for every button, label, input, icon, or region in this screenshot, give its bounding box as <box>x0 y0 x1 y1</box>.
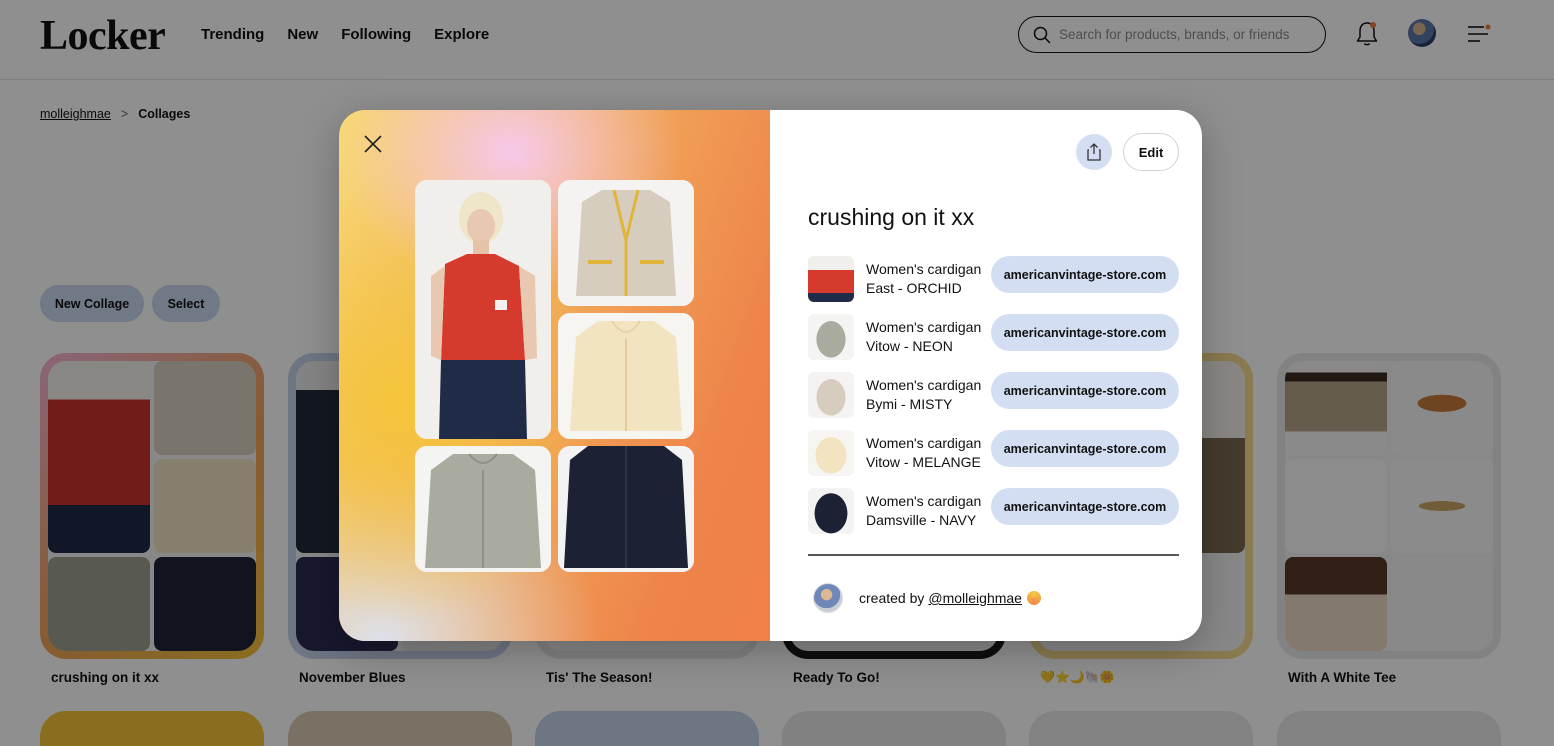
product-name[interactable]: Women's cardigan Vitow - MELANGE <box>866 434 984 472</box>
product-thumbnail[interactable] <box>808 314 854 360</box>
collage-item-navy-cardigan[interactable] <box>558 446 694 572</box>
created-by-label: created by <box>859 590 925 606</box>
store-link-button[interactable]: americanvintage-store.com <box>991 256 1179 293</box>
share-icon <box>1087 143 1101 161</box>
product-name[interactable]: Women's cardigan Damsville - NAVY <box>866 492 984 530</box>
creator-avatar[interactable] <box>813 583 843 613</box>
creator-info: created by @molleighmae <box>813 583 1041 613</box>
share-button[interactable] <box>1076 134 1112 170</box>
creator-handle-link[interactable]: @molleighmae <box>928 590 1022 606</box>
navy-cardigan-image <box>558 446 694 572</box>
product-thumbnail[interactable] <box>808 488 854 534</box>
collage-item-melange-cardigan[interactable] <box>558 313 694 439</box>
collage-item-neon-cardigan[interactable] <box>415 446 551 572</box>
beige-cardigan-image <box>558 180 694 306</box>
collage-preview-panel <box>339 110 770 641</box>
store-link-button[interactable]: americanvintage-store.com <box>991 372 1179 409</box>
product-row: Women's cardigan Bymi - MISTY americanvi… <box>808 366 1179 424</box>
close-icon[interactable] <box>361 132 385 156</box>
product-thumbnail[interactable] <box>808 430 854 476</box>
product-row: Women's cardigan Vitow - NEON americanvi… <box>808 308 1179 366</box>
product-thumbnail[interactable] <box>808 256 854 302</box>
collage-item-misty-cardigan[interactable] <box>558 180 694 306</box>
model-red-vest-image <box>415 180 551 439</box>
collage-detail-modal: Edit crushing on it xx Women's cardigan … <box>339 110 1202 641</box>
product-row: Women's cardigan Vitow - MELANGE america… <box>808 424 1179 482</box>
divider <box>808 554 1179 556</box>
edit-button[interactable]: Edit <box>1123 133 1179 171</box>
verified-badge-icon <box>1026 591 1041 605</box>
collage-item-red-cardigan[interactable] <box>415 180 551 439</box>
collage-info-panel: Edit crushing on it xx Women's cardigan … <box>770 110 1202 641</box>
product-list: Women's cardigan East - ORCHID americanv… <box>808 250 1179 540</box>
grey-cardigan-image <box>415 446 551 572</box>
product-name[interactable]: Women's cardigan Vitow - NEON <box>866 318 984 356</box>
store-link-button[interactable]: americanvintage-store.com <box>991 314 1179 351</box>
store-link-button[interactable]: americanvintage-store.com <box>991 430 1179 467</box>
collage-title: crushing on it xx <box>808 204 975 230</box>
product-row: Women's cardigan Damsville - NAVY americ… <box>808 482 1179 540</box>
collage-preview-grid <box>415 180 695 572</box>
store-link-button[interactable]: americanvintage-store.com <box>991 488 1179 525</box>
cream-cardigan-image <box>558 313 694 439</box>
product-thumbnail[interactable] <box>808 372 854 418</box>
product-name[interactable]: Women's cardigan East - ORCHID <box>866 260 984 298</box>
product-name[interactable]: Women's cardigan Bymi - MISTY <box>866 376 984 414</box>
product-row: Women's cardigan East - ORCHID americanv… <box>808 250 1179 308</box>
